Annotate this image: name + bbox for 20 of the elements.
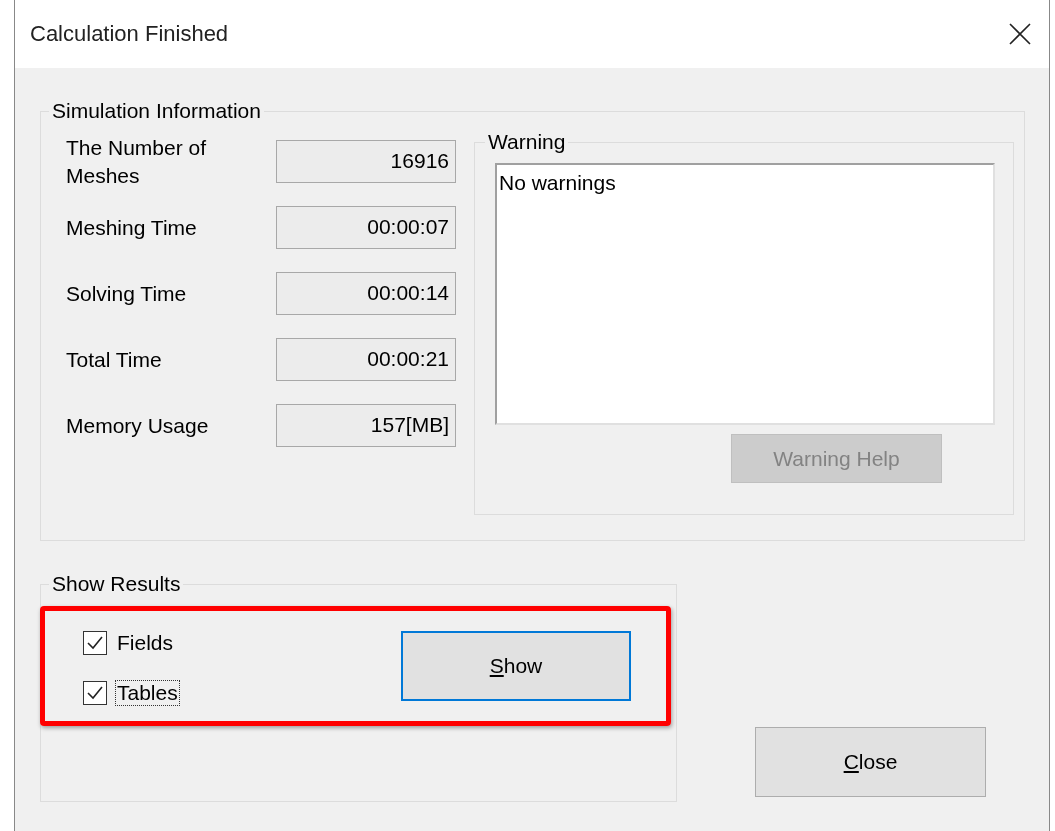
close-icon[interactable] — [1009, 23, 1031, 45]
checkbox[interactable] — [83, 631, 107, 655]
readonly-field: 00:00:14 — [276, 272, 456, 315]
readonly-field: 00:00:21 — [276, 338, 456, 381]
warning-text: No warnings — [499, 171, 616, 194]
field-label: The Number of Meshes — [66, 134, 208, 189]
show-button[interactable]: Show — [401, 631, 631, 701]
readonly-field: 157[MB] — [276, 404, 456, 447]
close-button[interactable]: Close — [755, 727, 986, 797]
window-title: Calculation Finished — [30, 21, 229, 47]
field-label: Total Time — [66, 346, 163, 373]
readonly-field: 16916 — [276, 140, 456, 183]
checkbox-label[interactable]: Tables — [115, 680, 180, 706]
field-label: Solving Time — [66, 280, 188, 307]
readonly-field: 00:00:07 — [276, 206, 456, 249]
field-label: Meshing Time — [66, 214, 198, 241]
checkbox[interactable] — [83, 681, 107, 705]
checkbox-label[interactable]: Fields — [115, 630, 176, 656]
field-label: Memory Usage — [66, 412, 210, 439]
warning-text-area[interactable]: No warnings — [495, 163, 995, 425]
